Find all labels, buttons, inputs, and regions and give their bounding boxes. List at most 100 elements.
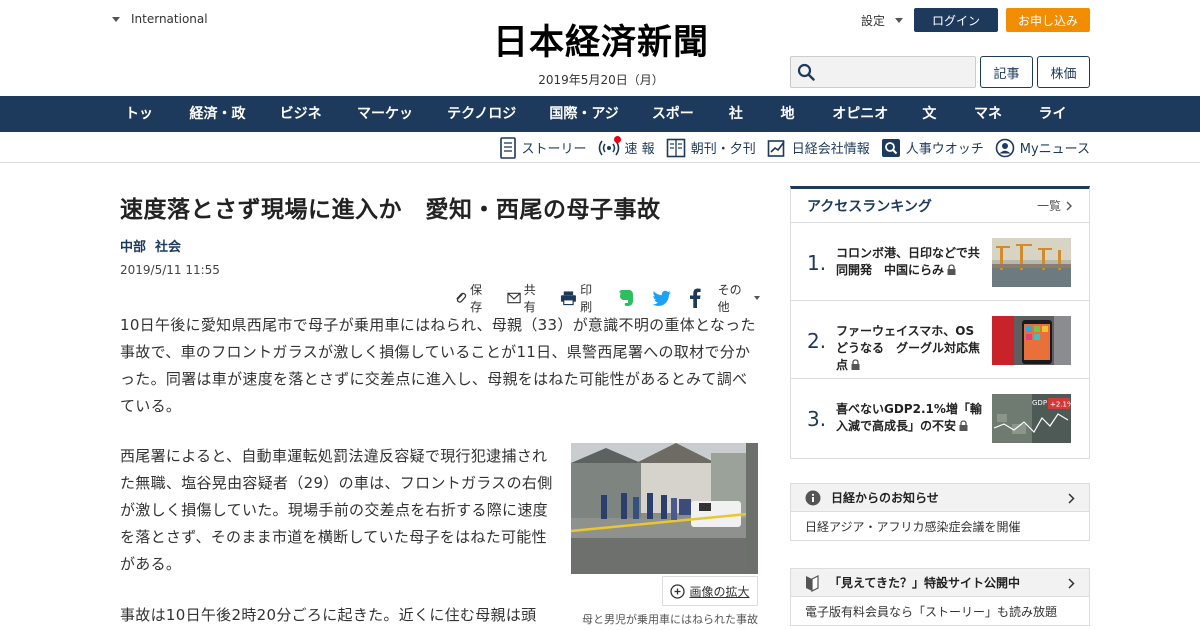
search-box[interactable] [790,56,976,88]
nav-item-society[interactable]: 社会 [716,96,768,158]
ranking-number: 2. [807,329,827,353]
ranking-item-title: ファーウェイスマホ、OSどうなる グーグル対応焦点 [836,324,981,372]
sub-navigation: ストーリー 速 報 朝刊・夕刊 日経会社情報 人事ウオッチ Myニュース [0,132,1200,163]
subnav-paper[interactable]: 朝刊・夕刊 [666,138,756,158]
info-icon [805,490,821,505]
accident-scene-photo [571,443,758,574]
article-tools: 保存 共有 印刷 その他 [454,281,760,315]
subnav-company-info[interactable]: 日経会社情報 [767,138,870,158]
caret-down-icon [895,18,904,23]
smartphone-image [992,316,1071,365]
nav-item-region[interactable]: 地域 [768,96,820,158]
facebook-icon [689,288,701,308]
subnav-personnel-label: 人事ウオッチ [905,142,984,157]
nav-item-international-asia[interactable]: 国際・アジア [536,96,638,158]
category-link[interactable]: 中部 [120,236,146,255]
ranking-title: アクセスランキング [807,198,932,215]
twitter-icon [652,290,671,306]
nav-item-culture[interactable]: 文化 [909,96,961,158]
subnav-story-label: ストーリー [521,142,587,157]
more-tools-dropdown[interactable]: その他 [718,281,760,315]
print-label: 印刷 [580,283,593,314]
nav-item-money[interactable]: マネー [961,96,1025,158]
port-cranes-image [992,238,1071,287]
evernote-button[interactable] [617,288,638,308]
search-articles-button[interactable]: 記事 [980,56,1033,88]
search-icon[interactable] [797,63,815,81]
more-label: その他 [717,283,742,314]
login-button[interactable]: ログイン [914,8,998,32]
international-dropdown[interactable]: International [112,12,208,26]
notice-header[interactable]: 日経からのお知らせ [791,484,1089,512]
document-icon [499,136,516,159]
nav-item-economy-politics[interactable]: 経済・政治 [176,96,266,158]
site-logo[interactable]: 日本経済新聞 [446,22,756,64]
category-link[interactable]: 社会 [155,236,181,255]
nav-item-top[interactable]: トップ [112,96,176,158]
gdp-chart-image: GDP +2.1% [992,394,1071,443]
share-label: 共有 [523,283,536,314]
notice-title: 日経からのお知らせ [831,491,939,505]
subnav-story[interactable]: ストーリー [499,136,587,159]
save-label: 保存 [470,283,483,314]
notice-body-link[interactable]: 日経アジア・アフリカ感染症会議を開催 [791,512,1089,540]
subnav-company-info-label: 日経会社情報 [791,142,870,157]
international-label: International [131,12,208,26]
caret-down-icon [753,296,760,300]
ranking-item-title: 喜べないGDP2.1%増「輸入減で高成長」の不安 [836,402,982,433]
notice-header[interactable]: 「見えてきた？」特設サイト公開中 [791,569,1089,597]
newspaper-icon [666,138,685,157]
nav-item-opinion[interactable]: オピニオン [819,96,909,158]
ranking-item[interactable]: 3. 喜べないGDP2.1%増「輸入減で高成長」の不安 GDP +2.1% [791,379,1089,457]
save-button[interactable]: 保存 [454,281,493,315]
paperclip-icon [456,292,467,303]
subnav-paper-label: 朝刊・夕刊 [690,142,756,157]
ranking-thumbnail [992,238,1071,287]
enlarge-image-label: 画像の拡大 [689,584,750,599]
caret-down-icon [112,16,120,22]
ranking-item-title: コロンボ港、日印などで共同開発 中国にらみ [836,246,980,277]
breaking-news-dot [613,135,621,143]
nav-item-business[interactable]: ビジネス [267,96,344,158]
notice-body-link[interactable]: 電子版有料会員なら「ストーリー」も読み放題 [791,597,1089,625]
nav-item-life[interactable]: ライフ [1026,96,1090,158]
search-stocks-button[interactable]: 株価 [1037,56,1090,88]
subnav-breaking-label: 速 報 [624,142,655,157]
twitter-button[interactable] [652,290,675,307]
share-button[interactable]: 共有 [507,281,547,315]
print-button[interactable]: 印刷 [560,281,602,315]
mail-icon [507,292,521,304]
ranking-item[interactable]: 1. コロンボ港、日印などで共同開発 中国にらみ [791,223,1089,301]
zoom-in-icon [670,583,686,599]
article: 速度落とさず現場に進入か 愛知・西尾の母子事故 中部 社会 2019/5/11 … [120,186,760,626]
article-categories: 中部 社会 [120,236,760,255]
lock-icon [959,420,968,431]
enlarge-image-button[interactable]: 画像の拡大 [662,576,758,606]
settings-dropdown[interactable]: 設定 [861,12,904,29]
beginner-mark-icon [806,574,819,592]
nav-item-sports[interactable]: スポーツ [639,96,716,158]
ranking-thumbnail [992,316,1071,365]
search-input[interactable] [821,58,971,86]
published-date: 2019/5/11 11:55 [120,262,220,277]
site-header: International 日本経済新聞 2019年5月20日（月） 設定 ログ… [0,0,1200,96]
main-navigation: トップ 経済・政治 ビジネス マーケット テクノロジー 国際・アジア スポーツ … [0,96,1200,158]
ranking-thumbnail: GDP +2.1% [992,394,1071,443]
nav-item-market[interactable]: マーケット [344,96,434,158]
magnifier-box-icon [881,138,900,157]
subscribe-button[interactable]: お申し込み [1006,8,1090,32]
thumb-gdp-label: GDP [1032,399,1047,407]
article-photo[interactable] [571,443,758,574]
ranking-header: アクセスランキング 一覧 [791,189,1089,223]
ranking-item[interactable]: 2. ファーウェイスマホ、OSどうなる グーグル対応焦点 [791,301,1089,379]
facebook-button[interactable] [689,288,704,308]
settings-label: 設定 [861,14,886,28]
subnav-personnel[interactable]: 人事ウオッチ [881,138,984,158]
thumb-gdp-value: +2.1% [1050,401,1071,409]
subnav-breaking[interactable]: 速 報 [598,135,655,158]
ranking-see-all-link[interactable]: 一覧 [1037,197,1073,214]
subnav-mynews[interactable]: Myニュース [995,138,1090,158]
nav-item-technology[interactable]: テクノロジー [434,96,536,158]
notice-title: 「見えてきた？」特設サイト公開中 [829,576,1021,590]
chart-pencil-icon [767,139,785,157]
